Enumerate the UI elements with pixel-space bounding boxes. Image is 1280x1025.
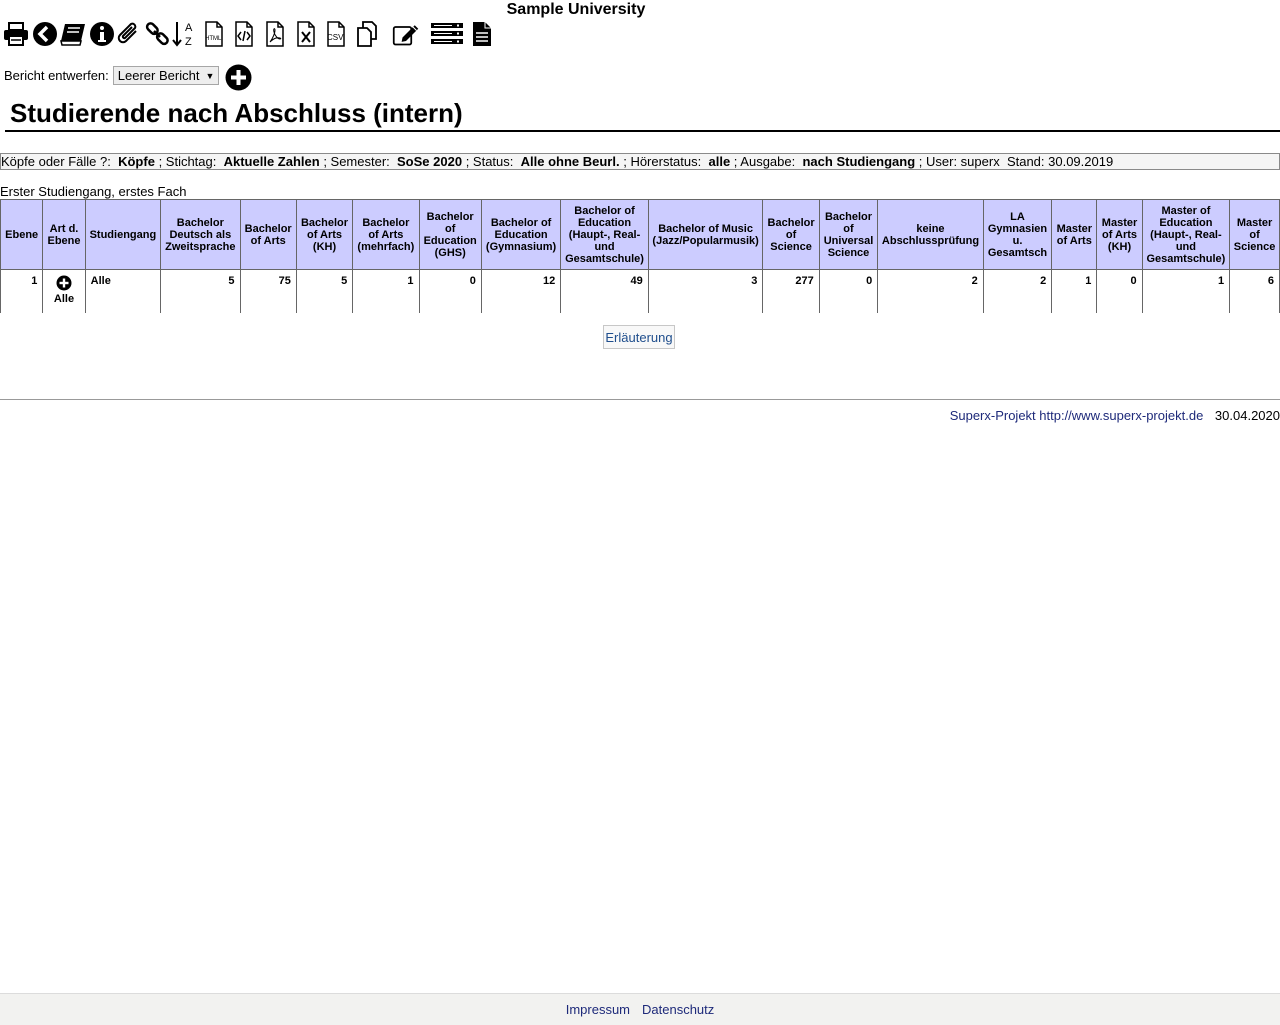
add-report-icon[interactable] bbox=[225, 64, 252, 91]
report-parameters: Köpfe oder Fälle ?: Köpfe ; Stichtag: Ak… bbox=[0, 153, 1280, 170]
table-cell: 5 bbox=[295, 269, 354, 313]
svg-text:A: A bbox=[185, 22, 193, 34]
param-value-semester: SoSe 2020 bbox=[397, 154, 463, 169]
column-header[interactable]: Bachelor of Arts (KH) bbox=[295, 199, 354, 270]
copy-icon[interactable] bbox=[353, 18, 381, 50]
column-header[interactable]: LA Gymnasien u. Gesamtsch bbox=[982, 199, 1053, 270]
designer-label: Bericht entwerfen: bbox=[4, 68, 109, 83]
footer-info: Superx-Projekt http://www.superx-projekt… bbox=[950, 408, 1280, 423]
column-header[interactable]: Art d. Ebene bbox=[42, 199, 86, 270]
column-header[interactable]: Bachelor of Education (Gymnasium) bbox=[480, 199, 562, 270]
impressum-link[interactable]: Impressum bbox=[566, 1002, 630, 1017]
datenschutz-link[interactable]: Datenschutz bbox=[642, 1002, 714, 1017]
bottom-footer-bar: Impressum Datenschutz bbox=[0, 993, 1280, 1025]
footer-divider bbox=[0, 399, 1280, 400]
cell-studiengang: Alle bbox=[84, 269, 162, 313]
csv-export-icon[interactable]: CSV bbox=[322, 18, 350, 50]
sort-az-icon[interactable]: AZ bbox=[170, 18, 198, 50]
table-cell: 3 bbox=[647, 269, 764, 313]
column-header[interactable]: Bachelor of Education (Haupt-, Real- und… bbox=[560, 199, 649, 270]
books-icon[interactable] bbox=[59, 18, 87, 50]
column-header[interactable]: Ebene bbox=[0, 199, 44, 270]
excel-export-icon[interactable] bbox=[292, 18, 320, 50]
table-cell: 5 bbox=[160, 269, 241, 313]
param-label-hoererstatus: ; Hörerstatus: bbox=[623, 154, 702, 169]
column-header[interactable]: keine Abschlussprüfung bbox=[877, 199, 984, 270]
table-cell: 1 bbox=[1051, 269, 1098, 313]
cell-art-ebene: Alle bbox=[42, 269, 86, 313]
table-cell: 6 bbox=[1229, 269, 1280, 313]
param-label-ausgabe: ; Ausgabe: bbox=[733, 154, 796, 169]
report-designer: Bericht entwerfen: Leerer Bericht ▼ bbox=[4, 66, 220, 85]
param-label-status: ; Status: bbox=[465, 154, 514, 169]
table-cell: 0 bbox=[418, 269, 482, 313]
chevron-down-icon: ▼ bbox=[205, 70, 215, 81]
column-header[interactable]: Bachelor of Science bbox=[762, 199, 820, 270]
column-header[interactable]: Bachelor of Education (GHS) bbox=[418, 199, 482, 270]
report-title: Studierende nach Abschluss (intern) bbox=[10, 98, 463, 128]
table-cell: 2 bbox=[877, 269, 984, 313]
list-icon[interactable] bbox=[430, 18, 464, 50]
param-label-stichtag: ; Stichtag: bbox=[158, 154, 217, 169]
table-row: 1 Alle Alle 5 75 5 1 0 12 49 3 277 0 2 2… bbox=[0, 269, 1280, 313]
param-stand: Stand: 30.09.2019 bbox=[1006, 154, 1114, 169]
table-cell: 1 bbox=[1141, 269, 1231, 313]
param-value-hoererstatus: alle bbox=[708, 154, 731, 169]
report-template-value: Leerer Bericht bbox=[117, 68, 200, 83]
xml-export-icon[interactable] bbox=[230, 18, 258, 50]
param-user: ; User: superx bbox=[918, 154, 1000, 169]
table-caption: Erster Studiengang, erstes Fach bbox=[0, 184, 187, 199]
column-header[interactable]: Bachelor of Arts bbox=[239, 199, 297, 270]
print-icon[interactable] bbox=[2, 18, 30, 50]
table-cell: 2 bbox=[982, 269, 1053, 313]
param-value-stichtag: Aktuelle Zahlen bbox=[223, 154, 320, 169]
expand-plus-icon[interactable] bbox=[56, 275, 72, 291]
svg-text:Z: Z bbox=[185, 36, 192, 48]
edit-icon[interactable] bbox=[392, 18, 420, 50]
table-cell: 75 bbox=[239, 269, 297, 313]
table-cell: 49 bbox=[560, 269, 649, 313]
report-table: Ebene Art d. Ebene Studiengang Bachelor … bbox=[0, 199, 1280, 313]
explanation-button[interactable]: Erläuterung bbox=[603, 325, 675, 349]
param-label-koepfe: Köpfe oder Fälle ?: bbox=[1, 154, 111, 169]
table-cell: 0 bbox=[1096, 269, 1143, 313]
html-export-icon[interactable]: HTML bbox=[200, 18, 228, 50]
paperclip-icon[interactable] bbox=[115, 18, 143, 50]
column-header[interactable]: Bachelor of Arts (mehrfach) bbox=[352, 199, 420, 270]
title-divider bbox=[5, 130, 1280, 132]
table-cell: 277 bbox=[762, 269, 820, 313]
table-cell: 12 bbox=[480, 269, 562, 313]
column-header[interactable]: Bachelor Deutsch als Zweitsprache bbox=[160, 199, 241, 270]
column-header[interactable]: Master of Arts (KH) bbox=[1096, 199, 1143, 270]
info-icon[interactable] bbox=[88, 18, 116, 50]
table-cell: 1 bbox=[352, 269, 420, 313]
cell-art-ebene-label: Alle bbox=[53, 293, 75, 305]
param-value-koepfe: Köpfe bbox=[118, 154, 155, 169]
column-header[interactable]: Studiengang bbox=[84, 199, 162, 270]
link-icon[interactable] bbox=[143, 18, 171, 50]
column-header[interactable]: Bachelor of Universal Science bbox=[818, 199, 879, 270]
report-template-select[interactable]: Leerer Bericht ▼ bbox=[112, 66, 220, 85]
superx-project-link[interactable]: Superx-Projekt http://www.superx-projekt… bbox=[950, 408, 1204, 423]
column-header[interactable]: Master of Science bbox=[1229, 199, 1280, 270]
pdf-export-icon[interactable] bbox=[261, 18, 289, 50]
report-table-container: Ebene Art d. Ebene Studiengang Bachelor … bbox=[0, 199, 1280, 313]
param-value-ausgabe: nach Studiengang bbox=[802, 154, 916, 169]
document-icon[interactable] bbox=[468, 18, 496, 50]
param-value-status: Alle ohne Beurl. bbox=[520, 154, 620, 169]
university-title: Sample University bbox=[506, 1, 646, 18]
cell-ebene: 1 bbox=[0, 269, 44, 313]
back-icon[interactable] bbox=[31, 18, 59, 50]
column-header[interactable]: Bachelor of Music (Jazz/Popularmusik) bbox=[647, 199, 764, 270]
table-header-row: Ebene Art d. Ebene Studiengang Bachelor … bbox=[0, 199, 1280, 270]
footer-date: 30.04.2020 bbox=[1214, 408, 1280, 423]
svg-text:CSV: CSV bbox=[327, 33, 344, 42]
column-header[interactable]: Master of Arts bbox=[1051, 199, 1098, 270]
svg-text:HTML: HTML bbox=[205, 36, 222, 42]
table-cell: 0 bbox=[818, 269, 879, 313]
param-label-semester: ; Semester: bbox=[323, 154, 390, 169]
column-header[interactable]: Master of Education (Haupt-, Real- und G… bbox=[1141, 199, 1231, 270]
